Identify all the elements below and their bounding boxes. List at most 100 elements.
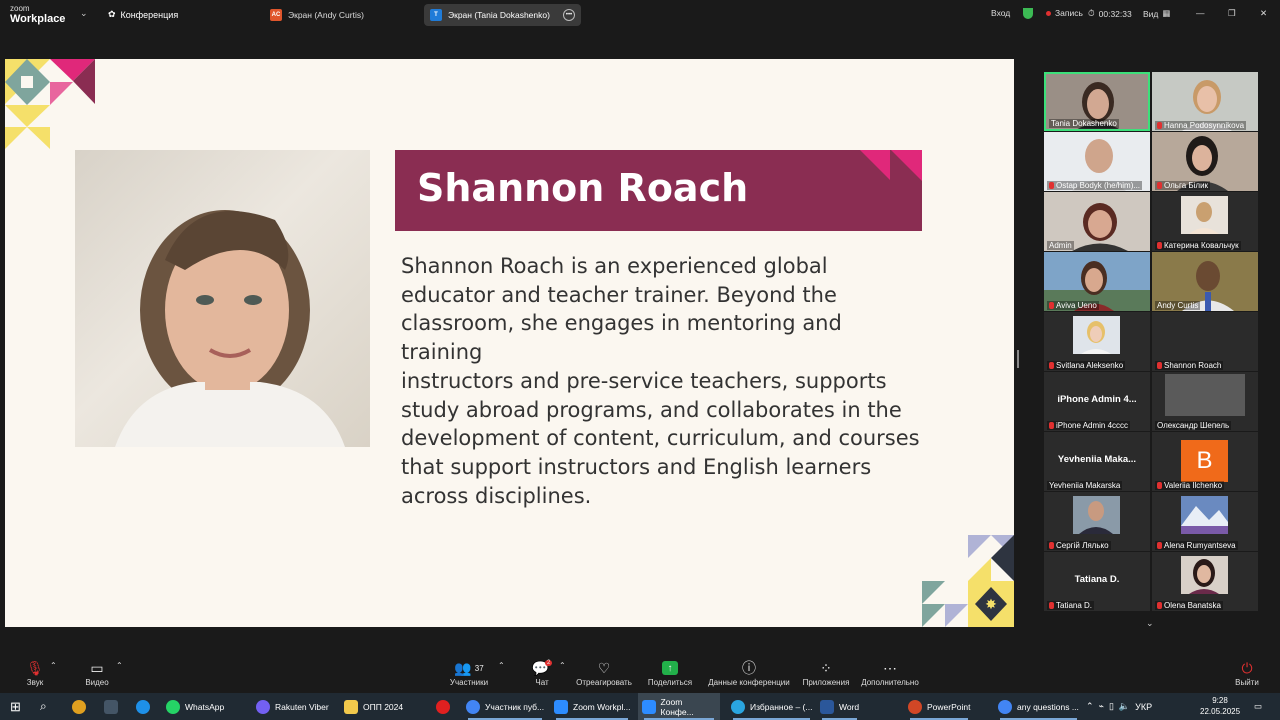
participant-tile[interactable]: Aviva Ueno [1044, 252, 1150, 311]
participant-tile[interactable]: Tania Dokashenko [1044, 72, 1150, 131]
video-options-chevron-icon[interactable]: ⌃ [116, 661, 123, 670]
participant-name: Tatiana D. [1047, 601, 1095, 610]
audio-options-chevron-icon[interactable]: ⌃ [50, 661, 57, 670]
taskbar-calculator[interactable] [100, 693, 122, 720]
tab-screen-tania[interactable]: T Экран (Tania Dokashenko) ••• [424, 4, 581, 26]
participant-tile[interactable]: Tatiana D. Tatiana D. [1044, 552, 1150, 611]
powerpoint-icon [908, 699, 922, 714]
chat-button[interactable]: 💬 2 Чат [528, 658, 556, 687]
tab-screen-andy[interactable]: AC Экран (Andy Curtis) [264, 4, 414, 26]
taskbar-item[interactable]: Избранное – (... [727, 693, 816, 720]
more-icon[interactable]: ••• [563, 9, 575, 21]
start-button[interactable]: ⊞ [6, 693, 25, 720]
taskbar-item[interactable]: Участник пуб... [462, 693, 548, 720]
participant-tile[interactable]: Hanna Podosynnikova [1152, 72, 1258, 131]
security-shield-icon[interactable] [1023, 8, 1033, 19]
meeting-info-button[interactable]: ⓘ Данные конференции [706, 658, 792, 687]
clock-date: 22.05.2025 [1200, 707, 1241, 716]
record-dot-icon [1046, 10, 1051, 16]
participant-name: iPhone Admin 4cccc [1047, 421, 1131, 430]
participant-tile[interactable]: Ostap Bodyk (he/him)... [1044, 132, 1150, 191]
scroll-down-chevron-icon[interactable]: ⌄ [1146, 618, 1154, 629]
participant-tile[interactable]: B Valeriia Ilchenko [1152, 432, 1258, 491]
conference-menu[interactable]: ✿ Конференция [108, 9, 178, 20]
login-button[interactable]: Вход [991, 8, 1010, 18]
bio-line: study abroad programs, and collaborates … [401, 397, 902, 422]
clock-icon: ⏱ [1088, 8, 1095, 18]
battery-icon: ▯ [1108, 701, 1114, 711]
participant-name: Ostap Bodyk (he/him)... [1047, 181, 1143, 190]
taskbar-chrome[interactable] [68, 693, 90, 720]
panel-resize-handle[interactable] [1017, 350, 1019, 368]
leave-button[interactable]: ⏻ Выйти [1230, 658, 1264, 688]
chevron-down-icon[interactable]: ⌄ [80, 8, 88, 19]
apps-button[interactable]: ⁘ Приложения [800, 658, 852, 688]
bio-line: across disciplines. [401, 483, 592, 508]
restore-icon[interactable]: ❐ [1228, 8, 1236, 19]
taskbar-item[interactable]: PowerPoint [904, 693, 974, 720]
participant-display-name: Yevheniia Maka... [1057, 454, 1137, 465]
share-button[interactable]: ↑ Поделиться [646, 658, 694, 687]
participant-tile[interactable]: Andy Curtis [1152, 252, 1258, 311]
participant-tile[interactable]: Olena Banatska [1152, 552, 1258, 611]
video-button[interactable]: ▭ Видео [80, 658, 114, 688]
participants-chevron-icon[interactable]: ⌃ [498, 661, 505, 670]
bio-line: educator and teacher trainer. Beyond the [401, 282, 837, 307]
apps-label: Приложения [802, 678, 850, 687]
participant-name: Ольга Білик [1155, 181, 1211, 190]
clock-time: 9:28 [1212, 696, 1228, 705]
share-icon: ↑ [646, 658, 694, 678]
chat-chevron-icon[interactable]: ⌃ [559, 661, 566, 670]
logo-text-bottom: Workplace [10, 13, 66, 25]
mic-muted-icon [1157, 242, 1162, 249]
more-button[interactable]: ⋯ Дополнительно [858, 658, 922, 688]
participant-name: Aviva Ueno [1047, 301, 1099, 310]
taskbar-item[interactable]: WhatsApp [162, 693, 228, 720]
notifications-icon[interactable]: ▭ [1250, 693, 1266, 720]
taskbar-item[interactable]: Word [816, 693, 863, 720]
taskbar-skype[interactable] [132, 693, 154, 720]
participant-tile[interactable]: Сергій Лялько [1044, 492, 1150, 551]
taskbar-item[interactable] [432, 693, 454, 720]
participant-tile[interactable]: Shannon Roach [1152, 312, 1258, 371]
more-label: Дополнительно [861, 678, 919, 687]
close-icon[interactable]: ✕ [1260, 8, 1267, 19]
bio-line: classroom, she engages in mentoring and … [401, 311, 842, 365]
participant-tile[interactable]: Yevheniia Maka... Yevheniia Makarska [1044, 432, 1150, 491]
decor-top-left [5, 59, 95, 149]
taskbar-item[interactable]: ОПП 2024 [340, 693, 407, 720]
participant-tile[interactable]: Svitlana Aleksenko [1044, 312, 1150, 371]
taskbar-item[interactable]: Zoom Workpl... [550, 693, 634, 720]
bio-line: instructors and pre-service teachers, su… [401, 368, 887, 393]
zoom-icon [642, 699, 656, 714]
participant-tile[interactable]: Admin [1044, 192, 1150, 251]
taskbar-item[interactable]: Rakuten Viber [252, 693, 333, 720]
system-tray[interactable]: ⌃ ⌁ ▯ 🔈 УКР [1082, 693, 1156, 720]
mic-muted-icon [1049, 422, 1054, 429]
paw-icon: ✿ [108, 9, 116, 19]
participants-button[interactable]: 👥 37 Участники [445, 658, 493, 688]
minimize-icon[interactable]: — [1196, 8, 1205, 18]
avatar [1181, 556, 1228, 594]
participant-tile[interactable]: Олександр Шепель [1152, 372, 1258, 431]
participant-tile[interactable]: Ольга Білик [1152, 132, 1258, 191]
recording-indicator[interactable]: Запись [1046, 8, 1083, 18]
mic-muted-icon [1049, 602, 1054, 609]
mic-muted-icon [1049, 302, 1054, 309]
participant-name: Олександр Шепель [1155, 421, 1232, 430]
taskbar-item[interactable]: Zoom Конфе... [638, 693, 720, 720]
taskbar-item[interactable]: any questions ... [994, 693, 1083, 720]
participant-tile[interactable]: Катерина Ковальчук [1152, 192, 1258, 251]
grid-icon: ▦ [1162, 8, 1171, 18]
participant-tile[interactable]: iPhone Admin 4... iPhone Admin 4cccc [1044, 372, 1150, 431]
view-button[interactable]: Вид ▦ [1143, 8, 1170, 19]
participant-name: Hanna Podosynnikova [1155, 121, 1247, 130]
title-bar: zoom Workplace ⌄ ✿ Конференция AC Экран … [0, 0, 1280, 30]
search-button[interactable]: ⌕ [36, 693, 51, 720]
react-button[interactable]: ♡ Отреагировать [574, 658, 634, 688]
audio-button[interactable]: 🎙 Звук [18, 658, 52, 688]
system-clock[interactable]: 9:28 22.05.2025 [1200, 695, 1240, 717]
participant-tile[interactable]: Alena Rumyantseva [1152, 492, 1258, 551]
tray-chevron-icon: ⌃ [1086, 701, 1094, 711]
bio-line: development of content, curriculum, and … [401, 426, 920, 451]
